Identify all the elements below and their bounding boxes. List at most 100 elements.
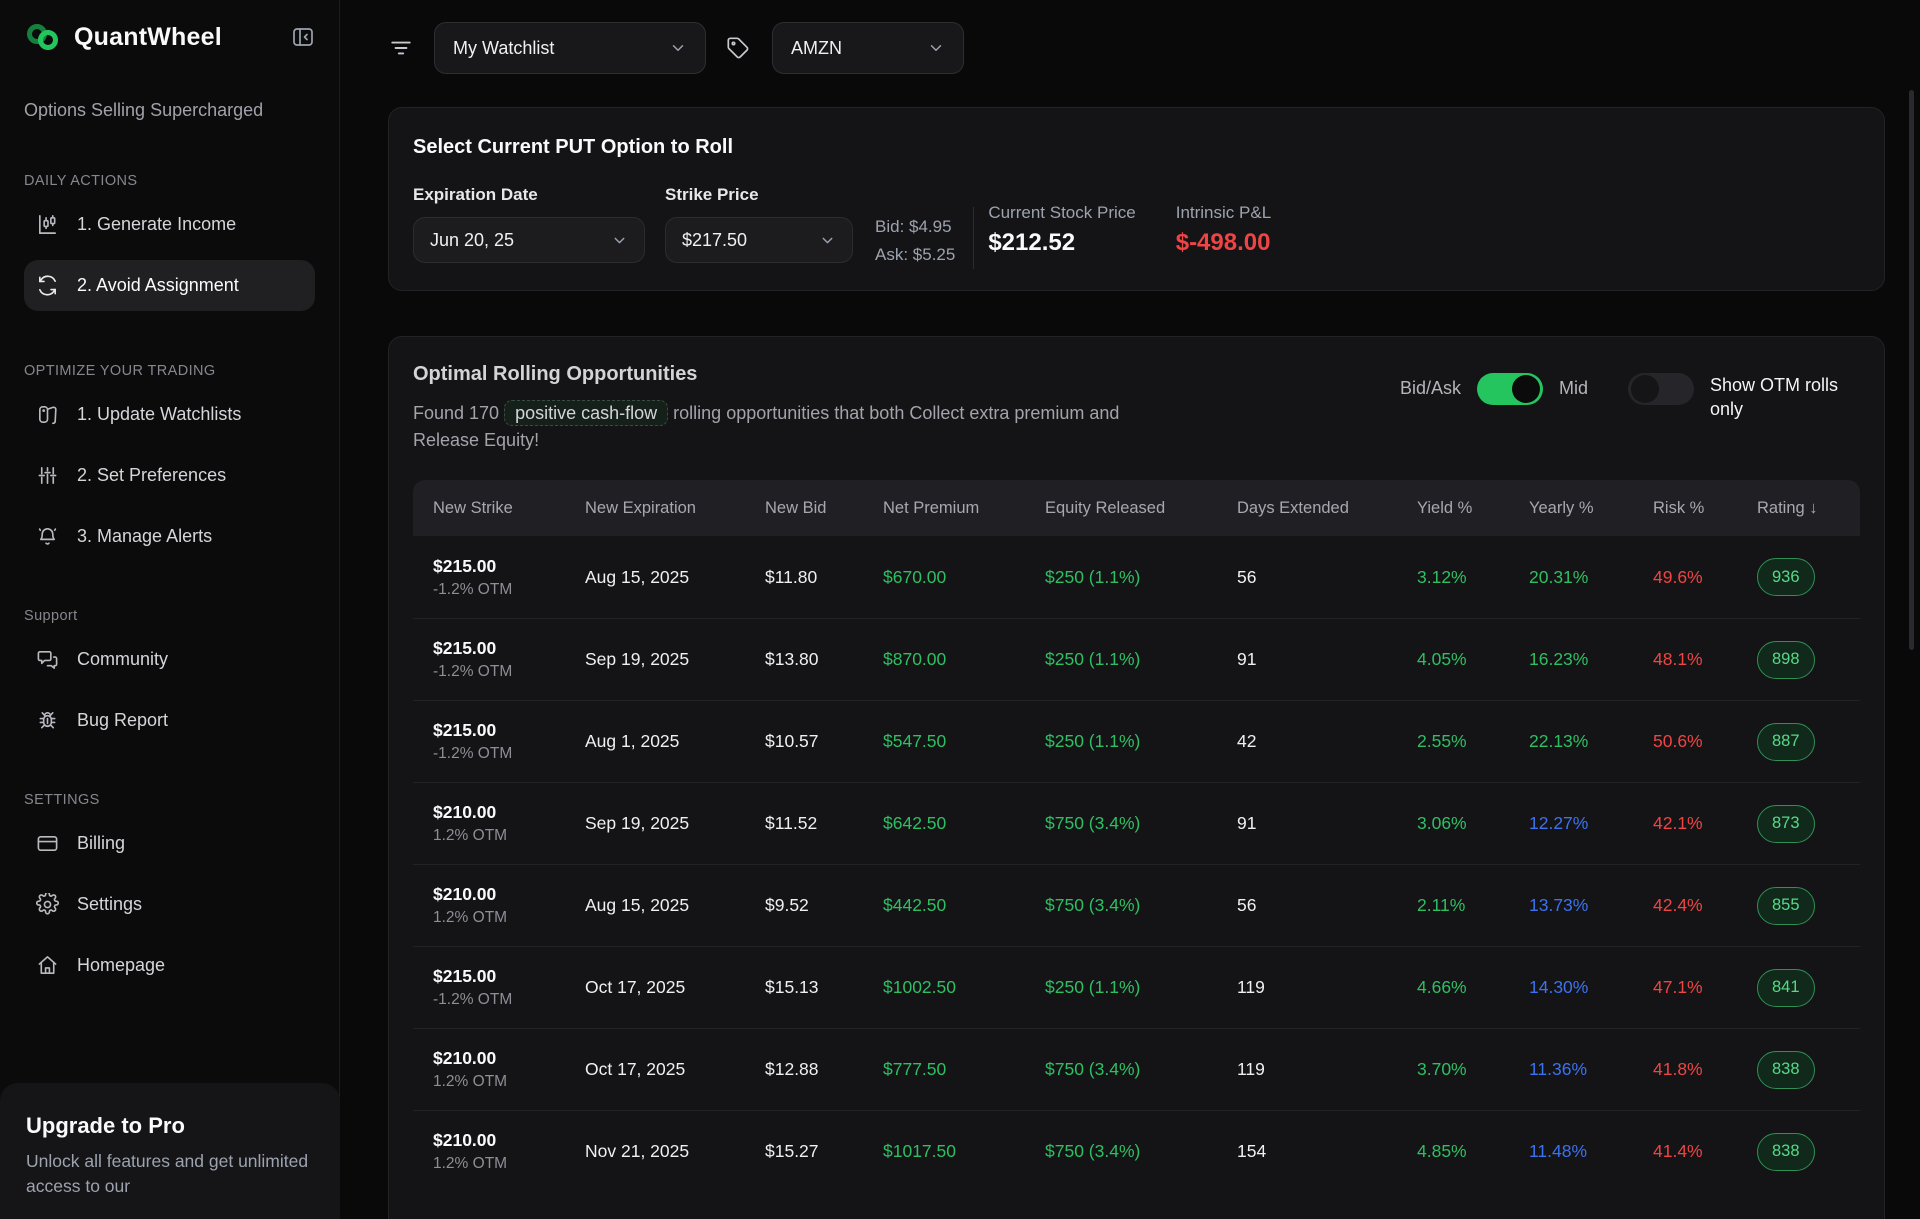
brand-row: QuantWheel bbox=[24, 22, 315, 52]
rating-badge: 936 bbox=[1757, 558, 1815, 596]
table-row[interactable]: $210.001.2% OTMNov 21, 2025$15.27$1017.5… bbox=[413, 1110, 1860, 1192]
days-extended-cell: 56 bbox=[1237, 567, 1417, 588]
sidebar-item-billing[interactable]: Billing bbox=[24, 818, 315, 869]
days-extended-cell: 119 bbox=[1237, 1059, 1417, 1080]
ticker-select[interactable]: AMZN bbox=[772, 22, 964, 74]
otm-only-toggle[interactable] bbox=[1628, 373, 1694, 405]
net-premium-cell: $1017.50 bbox=[883, 1141, 1045, 1162]
column-header-yield[interactable]: Yield % bbox=[1417, 499, 1529, 518]
new-strike-cell: $215.00-1.2% OTM bbox=[433, 556, 585, 599]
column-header-new-bid[interactable]: New Bid bbox=[765, 499, 883, 518]
sidebar-item-homepage[interactable]: Homepage bbox=[24, 940, 315, 991]
otm-toggle-label: Show OTM rolls only bbox=[1710, 373, 1852, 422]
sidebar-item-bug-report[interactable]: Bug Report bbox=[24, 695, 315, 746]
column-header-net-premium[interactable]: Net Premium bbox=[883, 499, 1045, 518]
section-label-settings: SETTINGS bbox=[24, 792, 315, 808]
column-header-yearly[interactable]: Yearly % bbox=[1529, 499, 1653, 518]
risk-cell: 42.1% bbox=[1653, 813, 1757, 834]
equity-released-cell: $250 (1.1%) bbox=[1045, 567, 1237, 588]
yearly-cell: 11.36% bbox=[1529, 1059, 1653, 1080]
column-header-new-expiration[interactable]: New Expiration bbox=[585, 499, 765, 518]
gear-icon bbox=[36, 893, 59, 916]
risk-cell: 48.1% bbox=[1653, 649, 1757, 670]
sidebar-item-label: Community bbox=[77, 649, 168, 670]
yearly-cell: 13.73% bbox=[1529, 895, 1653, 916]
new-bid-cell: $9.52 bbox=[765, 895, 883, 916]
column-header-equity-released[interactable]: Equity Released bbox=[1045, 499, 1237, 518]
otm-percent: 1.2% OTM bbox=[433, 827, 585, 845]
sidebar-item-label: Settings bbox=[77, 894, 142, 915]
sidebar-item-set-preferences[interactable]: 2. Set Preferences bbox=[24, 450, 315, 501]
sidebar-item-label: Bug Report bbox=[77, 710, 168, 731]
expiration-select[interactable]: Jun 20, 25 bbox=[413, 217, 645, 263]
otm-percent: 1.2% OTM bbox=[433, 1073, 585, 1091]
watchlist-cards-icon bbox=[36, 403, 59, 426]
otm-percent: -1.2% OTM bbox=[433, 663, 585, 681]
opportunities-card: Optimal Rolling Opportunities Found 170 … bbox=[388, 336, 1885, 1219]
strike-select[interactable]: $217.50 bbox=[665, 217, 853, 263]
strike-value: $215.00 bbox=[433, 638, 585, 659]
strike-select-value: $217.50 bbox=[682, 230, 747, 251]
net-premium-cell: $670.00 bbox=[883, 567, 1045, 588]
table-row[interactable]: $210.001.2% OTMOct 17, 2025$12.88$777.50… bbox=[413, 1028, 1860, 1110]
new-strike-cell: $210.00 1.2% OTM bbox=[433, 802, 585, 845]
summary-prefix: Found 170 bbox=[413, 403, 499, 423]
tag-icon bbox=[726, 36, 750, 60]
rating-cell: 898 bbox=[1757, 641, 1840, 679]
table-row[interactable]: $210.001.2% OTMAug 15, 2025$9.52$442.50$… bbox=[413, 864, 1860, 946]
table-header-row: New StrikeNew ExpirationNew BidNet Premi… bbox=[413, 480, 1860, 536]
equity-released-cell: $250 (1.1%) bbox=[1045, 731, 1237, 752]
ticker-select-value: AMZN bbox=[791, 38, 842, 59]
watchlist-select[interactable]: My Watchlist bbox=[434, 22, 706, 74]
yield-cell: 4.66% bbox=[1417, 977, 1529, 998]
scrollbar-thumb[interactable] bbox=[1909, 90, 1914, 650]
new-bid-cell: $12.88 bbox=[765, 1059, 883, 1080]
sidebar-item-generate-income[interactable]: 1. Generate Income bbox=[24, 199, 315, 250]
sidebar-item-settings[interactable]: Settings bbox=[24, 879, 315, 930]
yield-cell: 2.55% bbox=[1417, 731, 1529, 752]
expiration-field-group: Expiration Date Jun 20, 25 bbox=[413, 185, 645, 269]
sidebar-item-community[interactable]: Community bbox=[24, 634, 315, 685]
sidebar-item-update-watchlists[interactable]: 1. Update Watchlists bbox=[24, 389, 315, 440]
net-premium-cell: $442.50 bbox=[883, 895, 1045, 916]
table-row[interactable]: $215.00-1.2% OTMOct 17, 2025$15.13$1002.… bbox=[413, 946, 1860, 1028]
table-row[interactable]: $215.00-1.2% OTMAug 1, 2025$10.57$547.50… bbox=[413, 700, 1860, 782]
chevron-down-icon bbox=[819, 232, 836, 249]
risk-cell: 47.1% bbox=[1653, 977, 1757, 998]
column-header-days-extended[interactable]: Days Extended bbox=[1237, 499, 1417, 518]
sidebar-item-avoid-assignment[interactable]: 2. Avoid Assignment bbox=[24, 260, 315, 311]
bid-ask-toggle-label: Bid/Ask bbox=[1400, 373, 1461, 403]
filter-icon[interactable] bbox=[388, 35, 414, 61]
table-row[interactable]: $210.001.2% OTMSep 19, 2025$11.52$642.50… bbox=[413, 782, 1860, 864]
sidebar-item-manage-alerts[interactable]: 3. Manage Alerts bbox=[24, 511, 315, 562]
collapse-sidebar-icon[interactable] bbox=[291, 25, 315, 49]
column-header-risk[interactable]: Risk % bbox=[1653, 499, 1757, 518]
yield-cell: 2.11% bbox=[1417, 895, 1529, 916]
bid-ask-quote: Bid: $4.95 Ask: $5.25 bbox=[875, 213, 955, 269]
days-extended-cell: 91 bbox=[1237, 813, 1417, 834]
column-header-rating[interactable]: Rating ↓ bbox=[1757, 499, 1840, 518]
topbar: My Watchlist AMZN bbox=[340, 0, 1920, 74]
days-extended-cell: 91 bbox=[1237, 649, 1417, 670]
rating-cell: 887 bbox=[1757, 723, 1840, 761]
bell-icon bbox=[36, 525, 59, 548]
new-expiration-cell: Aug 15, 2025 bbox=[585, 895, 765, 916]
yearly-cell: 20.31% bbox=[1529, 567, 1653, 588]
upgrade-to-pro-panel[interactable]: Upgrade to Pro Unlock all features and g… bbox=[0, 1083, 340, 1219]
ask-quote: Ask: $5.25 bbox=[875, 241, 955, 269]
table-row[interactable]: $215.00-1.2% OTMSep 19, 2025$13.80$870.0… bbox=[413, 618, 1860, 700]
new-strike-cell: $210.001.2% OTM bbox=[433, 1048, 585, 1091]
price-mode-toggle[interactable] bbox=[1477, 373, 1543, 405]
sidebar-item-label: Billing bbox=[77, 833, 125, 854]
new-strike-cell: $210.001.2% OTM bbox=[433, 1130, 585, 1173]
column-header-new-strike[interactable]: New Strike bbox=[433, 499, 585, 518]
yield-cell: 3.70% bbox=[1417, 1059, 1529, 1080]
table-row[interactable]: $215.00-1.2% OTMAug 15, 2025$11.80$670.0… bbox=[413, 536, 1860, 618]
strike-value: $210.00 bbox=[433, 802, 585, 823]
section-label-daily-actions: DAILY ACTIONS bbox=[24, 173, 315, 189]
positive-cash-flow-badge: positive cash-flow bbox=[504, 400, 668, 426]
net-premium-cell: $642.50 bbox=[883, 813, 1045, 834]
rating-cell: 873 bbox=[1757, 805, 1840, 843]
pnl-value: $-498.00 bbox=[1176, 229, 1271, 257]
net-premium-cell: $870.00 bbox=[883, 649, 1045, 670]
